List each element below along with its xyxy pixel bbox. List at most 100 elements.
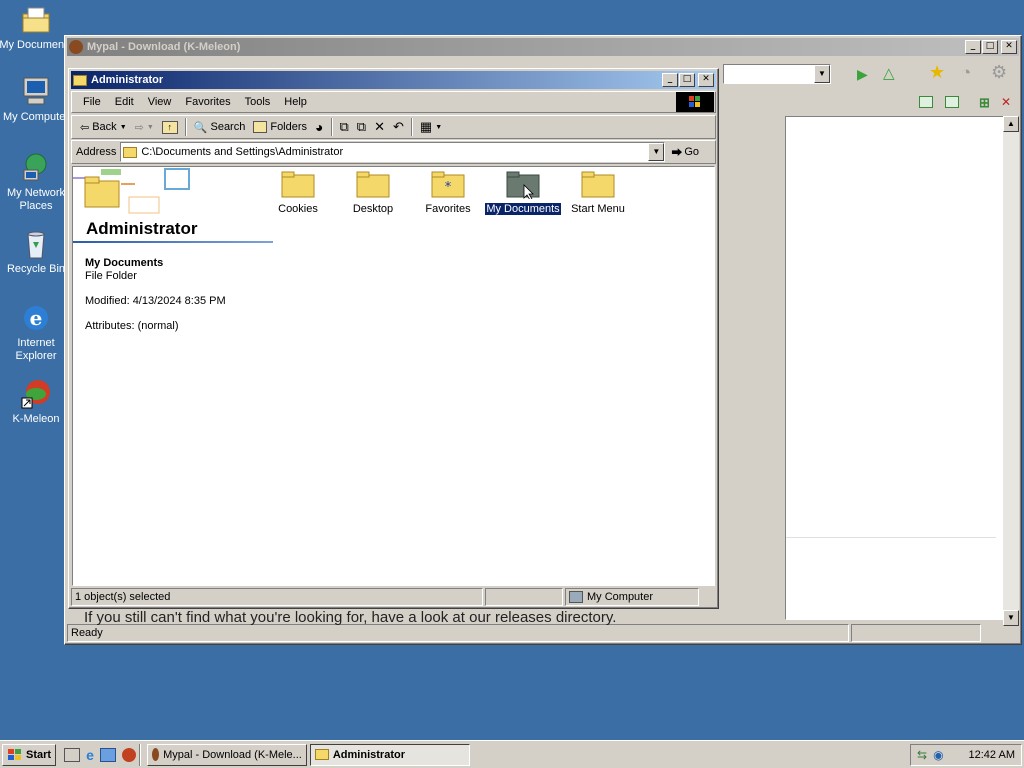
folder-item-favorites[interactable]: * Favorites bbox=[410, 169, 486, 215]
resize-grip-icon[interactable] bbox=[701, 588, 715, 606]
address-label: Address bbox=[76, 146, 117, 158]
folder-icon bbox=[73, 74, 87, 86]
menubar: File Edit View Favorites Tools Help bbox=[71, 91, 716, 113]
system-tray: ⇆ ◉ 12:42 AM bbox=[910, 744, 1022, 766]
move-to-icon: ⧉ bbox=[339, 119, 349, 134]
explorer-statusbar: 1 object(s) selected My Computer bbox=[71, 588, 716, 606]
menu-favorites[interactable]: Favorites bbox=[178, 94, 237, 110]
mypal-url-dropdown[interactable]: ▼ bbox=[723, 64, 831, 84]
svg-text:e: e bbox=[30, 306, 43, 330]
internet-explorer-icon[interactable]: e bbox=[86, 747, 94, 763]
folders-button[interactable]: Folders bbox=[249, 119, 311, 135]
delete-icon: ✕ bbox=[374, 119, 385, 134]
show-desktop-icon[interactable] bbox=[64, 747, 81, 762]
gear-icon[interactable]: ⚙ bbox=[991, 62, 1007, 83]
mypal-status-text: Ready bbox=[67, 624, 849, 642]
mypal-body-text: If you still can't find what you're look… bbox=[84, 609, 617, 626]
task-administrator[interactable]: Administrator bbox=[309, 743, 470, 766]
up-icon[interactable]: △ bbox=[883, 64, 895, 82]
menu-view[interactable]: View bbox=[141, 94, 179, 110]
up-folder-button[interactable]: ↑ bbox=[158, 119, 182, 136]
desktop-icon-my-documents[interactable]: My Documents bbox=[0, 4, 73, 52]
minimize-button[interactable]: _ bbox=[662, 73, 678, 87]
network-icon bbox=[20, 152, 52, 184]
desktop-icon-recycle-bin[interactable]: Recycle Bin bbox=[0, 228, 73, 276]
windows-logo-icon bbox=[8, 748, 21, 760]
copy-to-icon: ⧉ bbox=[356, 119, 367, 134]
maximize-button[interactable]: □ bbox=[982, 40, 998, 54]
chevron-down-icon[interactable]: ▼ bbox=[814, 65, 830, 83]
folder-label: Cookies bbox=[278, 203, 318, 215]
move-to-button[interactable]: ⧉ bbox=[336, 117, 353, 137]
k-meleon-icon[interactable] bbox=[121, 747, 136, 762]
task-label: Administrator bbox=[332, 748, 405, 761]
maximize-button[interactable]: □ bbox=[679, 73, 695, 87]
history-icon: ◕ bbox=[315, 119, 324, 135]
play-icon[interactable]: ▶ bbox=[857, 66, 868, 83]
start-button[interactable]: Start bbox=[2, 743, 57, 766]
volume-tray-icon[interactable]: ◉ bbox=[933, 748, 943, 762]
folder-item-cookies[interactable]: Cookies bbox=[260, 169, 336, 215]
windows-logo bbox=[676, 92, 714, 112]
close-tab-icon[interactable]: ✕ bbox=[1001, 95, 1011, 109]
desktop-icon-my-computer[interactable]: My Computer bbox=[0, 76, 73, 124]
history-button[interactable]: ◕ bbox=[311, 117, 327, 137]
chevron-down-icon[interactable]: ▼ bbox=[648, 143, 665, 161]
close-button[interactable]: ✕ bbox=[1001, 40, 1017, 54]
back-button[interactable]: ⇦ Back ▼ bbox=[76, 119, 131, 136]
copy-to-button[interactable]: ⧉ bbox=[353, 117, 370, 137]
clock[interactable]: 12:42 AM bbox=[969, 749, 1015, 761]
delete-button[interactable]: ✕ bbox=[370, 117, 389, 137]
mypal-status-cell bbox=[851, 624, 981, 642]
menu-help[interactable]: Help bbox=[277, 94, 314, 110]
search-button[interactable]: 🔍 Search bbox=[190, 119, 250, 136]
folder-item-start-menu[interactable]: Start Menu bbox=[560, 169, 636, 215]
mypal-scrollbar[interactable]: ▲ ▼ bbox=[1003, 116, 1019, 626]
star-icon[interactable]: ★ bbox=[929, 62, 945, 83]
chevron-down-icon: ▼ bbox=[146, 123, 154, 131]
folders-icon bbox=[253, 121, 268, 133]
webview-heading: Administrator bbox=[86, 219, 198, 238]
folders-label: Folders bbox=[270, 121, 308, 133]
window-icon[interactable] bbox=[945, 96, 959, 108]
desktop-icon-label: My Documents bbox=[0, 39, 73, 51]
undo-icon: ↶ bbox=[393, 119, 404, 134]
mypal-title: Mypal - Download (K-Meleon) bbox=[87, 41, 241, 53]
window-icon[interactable] bbox=[919, 96, 933, 108]
desktop-icon-internet-explorer[interactable]: e Internet Explorer bbox=[0, 302, 73, 363]
close-button[interactable]: ✕ bbox=[698, 73, 714, 87]
computer-icon bbox=[569, 591, 583, 603]
address-input[interactable]: C:\Documents and Settings\Administrator … bbox=[120, 142, 666, 162]
selected-item-type: File Folder bbox=[85, 270, 137, 282]
forward-button[interactable]: ⇨ ▼ bbox=[131, 119, 158, 136]
add-tab-icon[interactable]: ⊞ bbox=[979, 95, 990, 111]
scroll-up-icon[interactable]: ▲ bbox=[1003, 116, 1019, 132]
outlook-express-icon[interactable] bbox=[99, 747, 116, 762]
go-button[interactable]: ⮕ Go bbox=[671, 144, 699, 160]
desktop-icon-network-places[interactable]: My Network Places bbox=[0, 152, 73, 213]
folder-item-my-documents[interactable]: My Documents bbox=[485, 169, 561, 215]
mypal-titlebar[interactable]: Mypal - Download (K-Meleon) _ □ ✕ bbox=[67, 38, 1019, 56]
resize-grip-icon[interactable] bbox=[983, 624, 1015, 642]
views-button[interactable]: ▦ ▼ bbox=[416, 117, 446, 137]
selection-details: My Documents File Folder Modified: 4/13/… bbox=[85, 257, 226, 345]
desktop-icon-label: K-Meleon bbox=[12, 413, 60, 425]
network-tray-icon[interactable]: ⇆ bbox=[917, 748, 927, 762]
explorer-titlebar[interactable]: Administrator _ □ ✕ bbox=[71, 71, 716, 89]
my-documents-folder-icon bbox=[506, 169, 540, 201]
minimize-button[interactable]: _ bbox=[965, 40, 981, 54]
start-label: Start bbox=[26, 748, 52, 761]
menu-edit[interactable]: Edit bbox=[108, 94, 141, 110]
folder-item-desktop[interactable]: Desktop bbox=[335, 169, 411, 215]
undo-button[interactable]: ↶ bbox=[389, 117, 408, 137]
menu-file[interactable]: File bbox=[76, 94, 108, 110]
desktop-icon-k-meleon[interactable]: K-Meleon bbox=[0, 378, 73, 426]
task-mypal[interactable]: Mypal - Download (K-Mele... bbox=[146, 743, 307, 766]
svg-text:*: * bbox=[445, 180, 452, 195]
explorer-window[interactable]: Administrator _ □ ✕ File Edit View Favor… bbox=[68, 68, 719, 609]
folder-label: Start Menu bbox=[571, 203, 625, 215]
chevron-down-icon: ▼ bbox=[119, 123, 127, 131]
selected-item-modified: Modified: 4/13/2024 8:35 PM bbox=[85, 295, 226, 307]
menu-tools[interactable]: Tools bbox=[238, 94, 278, 110]
history-icon[interactable]: ◔ bbox=[961, 63, 971, 83]
